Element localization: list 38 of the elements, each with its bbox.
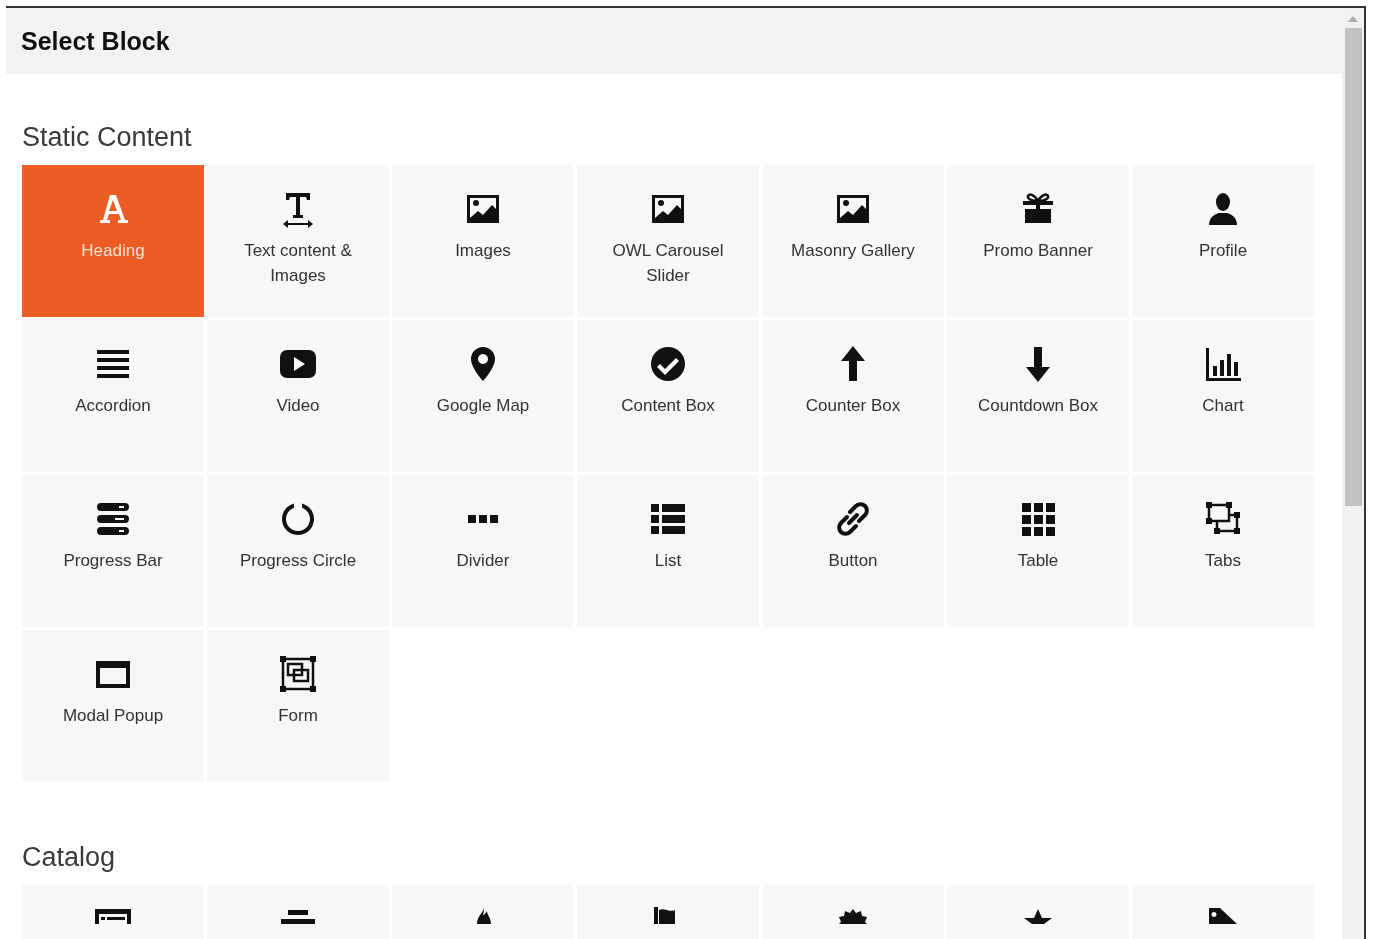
block-tile[interactable]: Form xyxy=(207,630,389,782)
block-tile[interactable]: Text content & Images xyxy=(207,165,389,317)
block-tile[interactable] xyxy=(392,885,574,939)
block-tile[interactable] xyxy=(207,885,389,939)
block-tile[interactable]: Table xyxy=(947,475,1129,627)
block-tile[interactable] xyxy=(22,885,204,939)
block-tile[interactable]: Modal Popup xyxy=(22,630,204,782)
block-tile[interactable]: List xyxy=(577,475,759,627)
block-tile[interactable]: Button xyxy=(762,475,944,627)
block-tile[interactable]: Divider xyxy=(392,475,574,627)
block-tile[interactable]: Profile xyxy=(1132,165,1314,317)
block-tile[interactable] xyxy=(762,885,944,939)
bars-icon xyxy=(278,907,318,924)
block-tile[interactable]: Counter Box xyxy=(762,320,944,472)
block-tile[interactable]: Google Map xyxy=(392,320,574,472)
block-tile[interactable]: Video xyxy=(207,320,389,472)
ellipsis-icon xyxy=(468,515,498,523)
section-title: Catalog xyxy=(22,842,117,873)
block-tile[interactable]: Chart xyxy=(1132,320,1314,472)
block-tile[interactable]: Accordion xyxy=(22,320,204,472)
block-tile[interactable]: Images xyxy=(392,165,574,317)
block-tile[interactable] xyxy=(577,885,759,939)
block-tile[interactable]: Content Box xyxy=(577,320,759,472)
block-tile[interactable]: Progress Bar xyxy=(22,475,204,627)
block-tile[interactable] xyxy=(947,885,1129,939)
block-tile[interactable]: Masonry Gallery xyxy=(762,165,944,317)
block-tile[interactable]: Promo Banner xyxy=(947,165,1129,317)
block-tile[interactable]: Countdown Box xyxy=(947,320,1129,472)
block-tile[interactable]: Tabs xyxy=(1132,475,1314,627)
object-group-icon xyxy=(278,654,318,694)
section-title: Static Content xyxy=(22,122,193,153)
list-card-icon xyxy=(93,907,133,924)
dialog-title: Select Block xyxy=(21,26,170,56)
block-tile[interactable]: Progress Circle xyxy=(207,475,389,627)
scrollbar[interactable] xyxy=(1342,8,1364,939)
block-tile[interactable] xyxy=(1132,885,1314,939)
block-tile[interactable]: OWL Carousel Slider xyxy=(577,165,759,317)
scrollbar-thumb[interactable] xyxy=(1344,28,1362,506)
